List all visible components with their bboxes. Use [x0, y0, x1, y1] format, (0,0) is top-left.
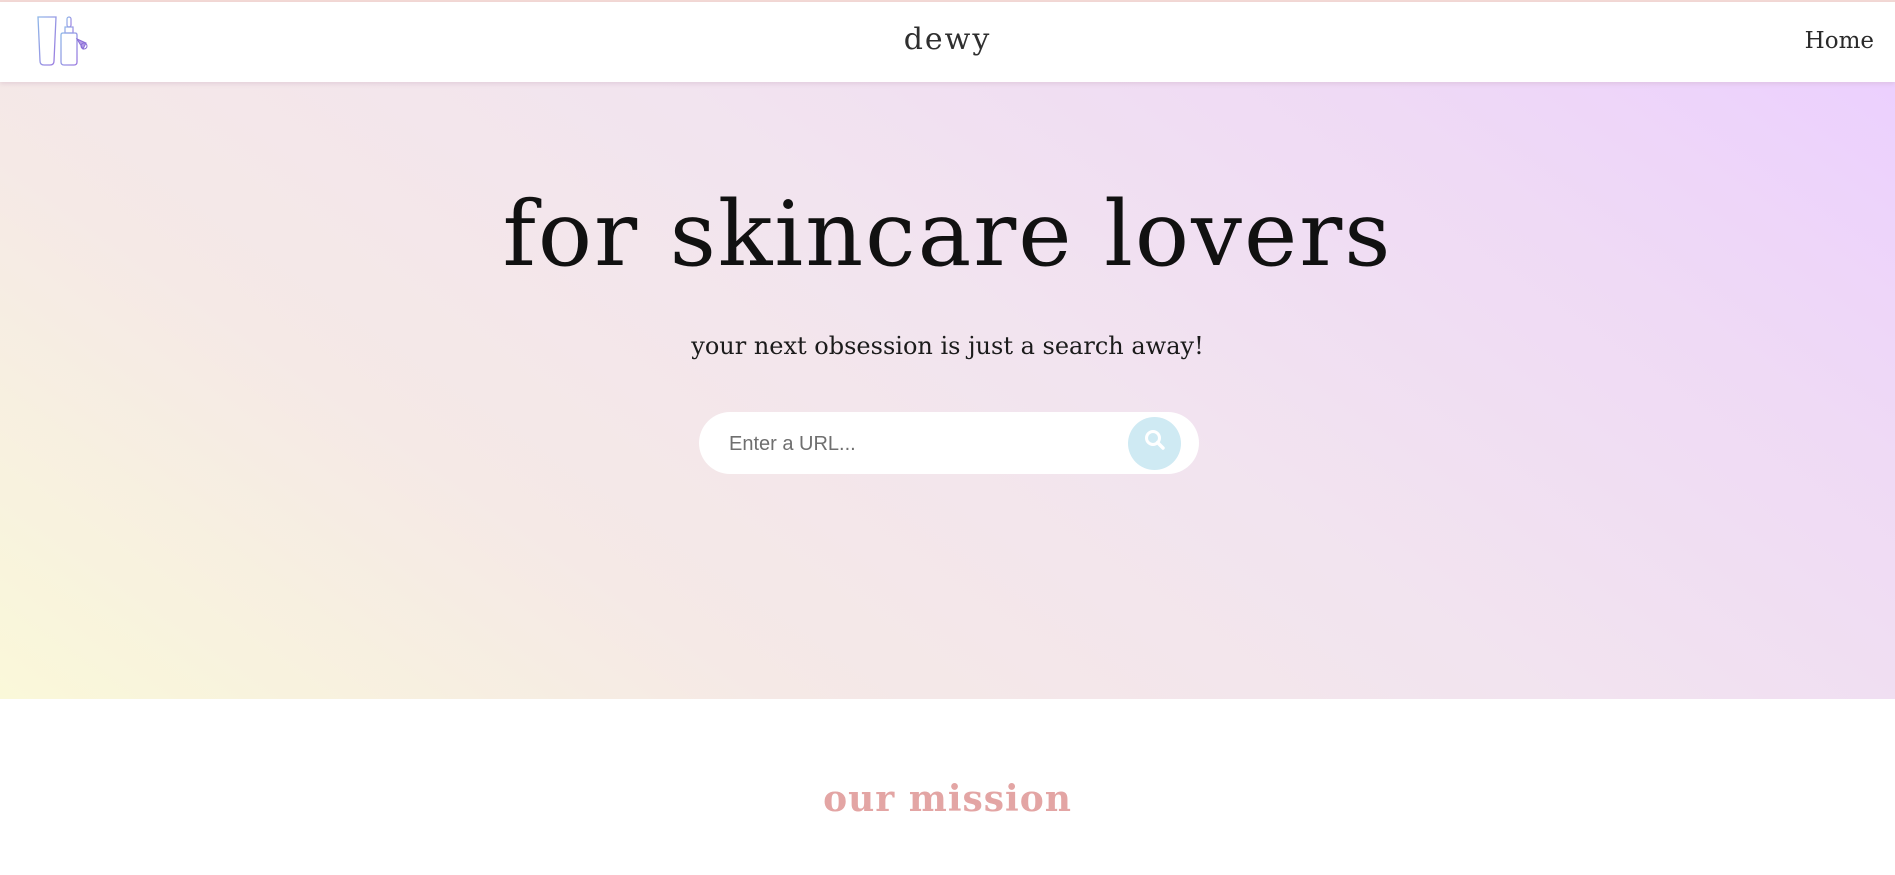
mission-heading: our mission [823, 778, 1072, 820]
search-bar [699, 412, 1199, 474]
search-icon [1145, 430, 1165, 450]
hero-subtitle: your next obsession is just a search awa… [691, 332, 1204, 360]
hero-section: for skincare lovers your next obsession … [0, 82, 1895, 699]
hero-title: for skincare lovers [502, 182, 1393, 287]
search-button[interactable] [1128, 417, 1181, 470]
navbar: dewy Home [0, 2, 1895, 82]
brand-title[interactable]: dewy [0, 22, 1895, 57]
url-search-input[interactable] [727, 426, 1111, 462]
nav-link-home[interactable]: Home [1805, 28, 1874, 54]
